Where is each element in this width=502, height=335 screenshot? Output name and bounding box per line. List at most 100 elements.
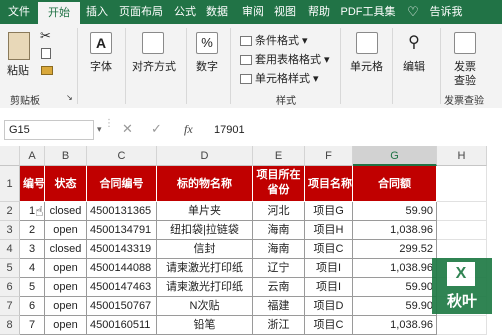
column-header-b[interactable]: B [45, 146, 87, 166]
formula-input[interactable]: 17901 [214, 120, 494, 140]
row-header-5[interactable]: 5 [0, 259, 20, 278]
table-cell[interactable] [437, 240, 487, 259]
cells-button[interactable]: 单元格 [350, 58, 383, 74]
table-cell[interactable]: open [45, 316, 87, 335]
tab-data[interactable]: 数据 [202, 0, 232, 24]
tab-insert[interactable]: 插入 [82, 0, 112, 24]
column-header-f[interactable]: F [305, 146, 353, 166]
editing-button[interactable]: 编辑 [403, 58, 425, 74]
tab-review[interactable]: 审阅 [238, 0, 268, 24]
column-header-a[interactable]: A [20, 146, 45, 166]
table-cell[interactable] [437, 202, 487, 221]
lightbulb-icon[interactable]: ♡ [405, 0, 421, 24]
percent-icon[interactable]: % [196, 32, 218, 54]
table-header-cell[interactable]: 编号 [20, 166, 45, 202]
table-cell[interactable]: 7 [20, 316, 45, 335]
table-cell[interactable]: open [45, 297, 87, 316]
name-box[interactable]: G15 [4, 120, 94, 140]
table-cell[interactable]: 项目C [305, 316, 353, 335]
row-header-8[interactable]: 8 [0, 316, 20, 335]
row-header-4[interactable]: 4 [0, 240, 20, 259]
number-button[interactable]: 数字 [196, 58, 218, 74]
table-cell[interactable]: 59.90 [353, 297, 437, 316]
invoice-button-line2[interactable]: 查验 [454, 72, 476, 88]
table-cell[interactable]: closed [45, 202, 87, 221]
table-cell[interactable]: 6 [20, 297, 45, 316]
table-cell[interactable] [437, 316, 487, 335]
enter-icon[interactable]: ✓ [151, 121, 162, 137]
table-cell[interactable]: 项目G [305, 202, 353, 221]
table-cell[interactable]: 铅笔 [157, 316, 253, 335]
table-cell[interactable]: 59.90 [353, 202, 437, 221]
table-cell[interactable]: 信封 [157, 240, 253, 259]
column-header-c[interactable]: C [87, 146, 157, 166]
row-header-3[interactable]: 3 [0, 221, 20, 240]
font-button[interactable]: 字体 [90, 58, 112, 74]
cell-styles-button[interactable]: 单元格样式 ▾ [240, 70, 319, 86]
table-cell[interactable]: 项目C [305, 240, 353, 259]
conditional-formatting-button[interactable]: 条件格式 ▾ [240, 32, 308, 48]
cut-icon[interactable]: ✂ [40, 28, 51, 44]
table-cell[interactable]: N次贴 [157, 297, 253, 316]
table-cell[interactable]: open [45, 259, 87, 278]
table-header-cell[interactable]: 标的物名称 [157, 166, 253, 202]
alignment-button[interactable]: 对齐方式 [132, 58, 176, 74]
table-cell[interactable]: 1,038.96 [353, 259, 437, 278]
dialog-launcher-icon[interactable]: ↘ [66, 93, 73, 102]
table-cell[interactable]: open [45, 278, 87, 297]
table-cell[interactable]: 4500144088 [87, 259, 157, 278]
column-header-d[interactable]: D [157, 146, 253, 166]
table-header-cell[interactable]: 项目所在省份 [253, 166, 305, 202]
table-cell[interactable]: 项目H [305, 221, 353, 240]
table-cell[interactable]: 4500147463 [87, 278, 157, 297]
table-cell[interactable]: 海南 [253, 221, 305, 240]
column-header-h[interactable]: H [437, 146, 487, 166]
table-cell[interactable]: 4500131365 [87, 202, 157, 221]
table-cell[interactable]: 4500150767 [87, 297, 157, 316]
table-header-cell[interactable]: 状态 [45, 166, 87, 202]
worksheet-grid[interactable]: A B C D E F G H 1 编号 状态 合同编号 标的物名称 项目所在省份 项目名称 合同额 2 1 clo… [0, 146, 502, 335]
insert-function-icon[interactable]: fx [184, 122, 193, 137]
table-cell[interactable]: 4500143319 [87, 240, 157, 259]
table-cell[interactable]: 1,038.96 [353, 316, 437, 335]
table-header-cell[interactable]: 合同编号 [87, 166, 157, 202]
tab-file[interactable]: 文件 [2, 0, 36, 24]
table-cell[interactable]: 河北 [253, 202, 305, 221]
table-cell[interactable]: 59.90 [353, 278, 437, 297]
table-cell[interactable]: 海南 [253, 240, 305, 259]
search-icon[interactable]: ⚲ [404, 32, 424, 54]
table-cell[interactable]: 4500160511 [87, 316, 157, 335]
table-cell[interactable]: 单片夹 [157, 202, 253, 221]
cancel-icon[interactable]: ✕ [122, 121, 133, 137]
table-cell[interactable]: open [45, 221, 87, 240]
table-cell[interactable]: 浙江 [253, 316, 305, 335]
tab-view[interactable]: 视图 [270, 0, 300, 24]
table-cell[interactable]: 福建 [253, 297, 305, 316]
table-cell[interactable]: 5 [20, 278, 45, 297]
name-box-dropdown-icon[interactable]: ▾ [97, 124, 102, 135]
table-cell[interactable]: 辽宁 [253, 259, 305, 278]
tab-formulas[interactable]: 公式 [170, 0, 200, 24]
table-cell[interactable] [437, 166, 487, 202]
table-cell[interactable]: 纽扣袋|拉链袋 [157, 221, 253, 240]
table-cell[interactable] [437, 221, 487, 240]
table-header-cell[interactable]: 项目名称 [305, 166, 353, 202]
table-cell[interactable]: 项目I [305, 259, 353, 278]
table-cell[interactable]: 请柬激光打印纸 [157, 278, 253, 297]
cells-icon[interactable] [356, 32, 378, 54]
row-header-1[interactable]: 1 [0, 166, 20, 202]
table-header-cell[interactable]: 合同额 [353, 166, 437, 202]
table-cell[interactable]: 299.52 [353, 240, 437, 259]
invoice-icon[interactable] [454, 32, 476, 54]
table-cell[interactable]: 请柬激光打印纸 [157, 259, 253, 278]
table-cell[interactable]: 2 [20, 221, 45, 240]
tab-help[interactable]: 帮助 [304, 0, 334, 24]
table-cell[interactable]: 项目D [305, 297, 353, 316]
paste-icon[interactable] [8, 32, 30, 60]
table-cell[interactable]: 项目I [305, 278, 353, 297]
format-painter-icon[interactable] [41, 66, 53, 75]
format-as-table-button[interactable]: 套用表格格式 ▾ [240, 51, 330, 67]
table-cell[interactable]: 1,038.96 [353, 221, 437, 240]
row-header-6[interactable]: 6 [0, 278, 20, 297]
table-cell[interactable]: 云南 [253, 278, 305, 297]
